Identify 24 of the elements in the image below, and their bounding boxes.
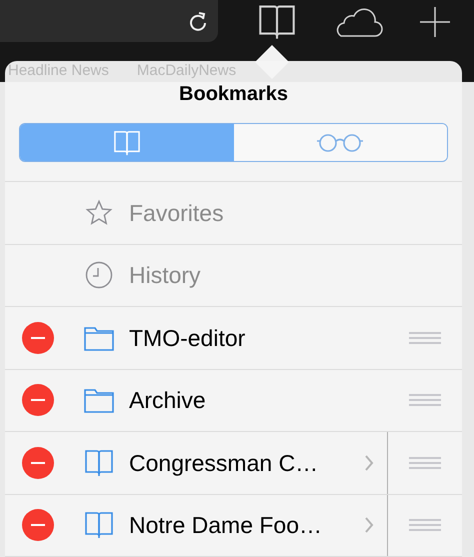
- delete-button[interactable]: [22, 384, 54, 416]
- delete-button[interactable]: [22, 509, 54, 542]
- reading-list-tab[interactable]: [234, 124, 447, 161]
- reload-icon[interactable]: [188, 10, 208, 32]
- delete-button[interactable]: [22, 446, 54, 479]
- star-icon: [85, 198, 113, 227]
- bookmark-title[interactable]: Notre Dame Foo…: [129, 508, 322, 542]
- book-icon: [84, 448, 114, 477]
- clock-icon: [85, 261, 113, 290]
- chevron-icon: [364, 517, 374, 534]
- bookmark-title[interactable]: Archive: [129, 383, 206, 418]
- folder-icon: [84, 387, 114, 414]
- glasses-icon: [316, 132, 364, 153]
- folder-icon: [84, 324, 114, 351]
- bookmarks-icon: [257, 4, 297, 40]
- delete-button[interactable]: [22, 322, 54, 354]
- address-field[interactable]: [0, 0, 218, 42]
- book-icon: [84, 511, 114, 540]
- chevron-icon: [364, 454, 374, 471]
- bookmark-title[interactable]: Congressman C…: [129, 446, 318, 480]
- book-icon: [112, 130, 142, 156]
- bookmark-title[interactable]: TMO-editor: [129, 320, 246, 355]
- popover-title: Bookmarks: [179, 82, 288, 108]
- add-icon[interactable]: [419, 6, 451, 38]
